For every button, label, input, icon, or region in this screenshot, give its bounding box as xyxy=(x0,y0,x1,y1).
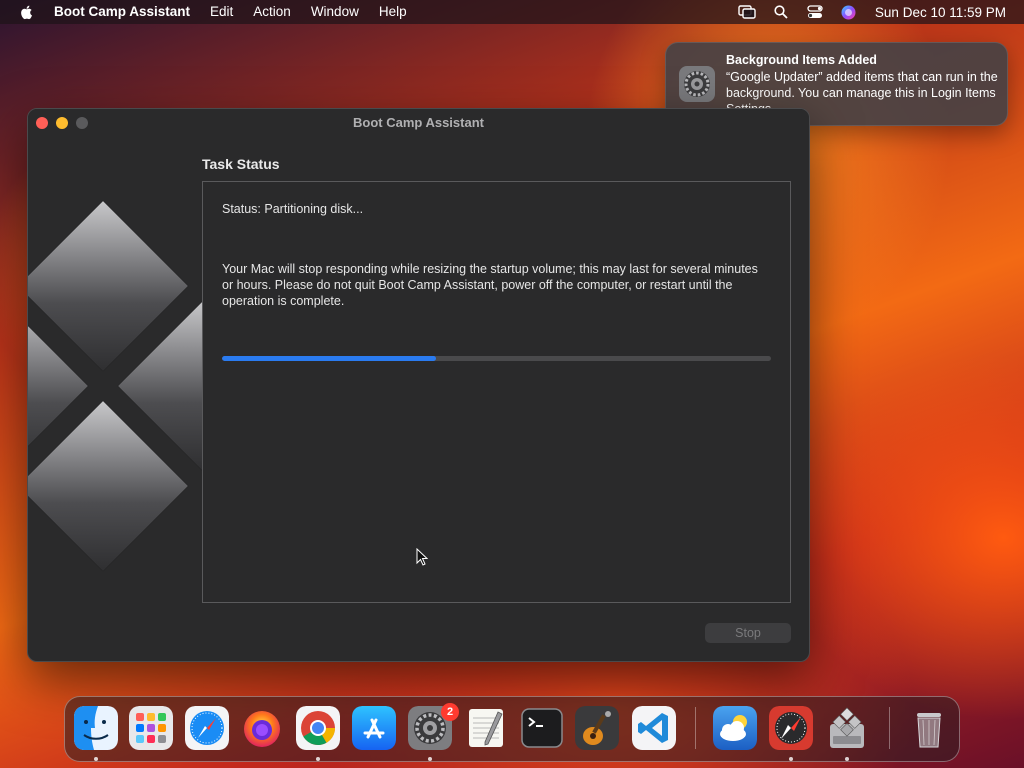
safari-icon[interactable] xyxy=(185,706,229,750)
vscode-icon[interactable] xyxy=(632,706,676,750)
running-indicator-boot-camp xyxy=(845,757,849,761)
compass-app-icon[interactable] xyxy=(769,706,813,750)
firefox-icon[interactable] xyxy=(240,706,284,750)
menu-clock[interactable]: Sun Dec 10 11:59 PM xyxy=(875,5,1006,20)
spotlight-search-icon[interactable] xyxy=(771,4,791,20)
screen-mirroring-icon[interactable] xyxy=(737,4,757,20)
menu-action[interactable]: Action xyxy=(253,0,291,24)
mouse-pointer-icon xyxy=(416,548,428,566)
siri-icon[interactable] xyxy=(839,4,859,20)
status-panel: Status: Partitioning disk... Your Mac wi… xyxy=(202,181,791,603)
notification-badge: 2 xyxy=(441,703,459,721)
dock: 2 xyxy=(64,696,960,762)
launchpad-icon[interactable] xyxy=(129,706,173,750)
window-titlebar[interactable]: Boot Camp Assistant xyxy=(28,109,809,137)
menu-help[interactable]: Help xyxy=(379,0,407,24)
running-indicator-settings xyxy=(428,757,432,761)
control-center-icon[interactable] xyxy=(805,4,825,20)
stop-button[interactable]: Stop xyxy=(705,623,791,643)
progress-fill xyxy=(222,356,437,361)
menu-window[interactable]: Window xyxy=(311,0,359,24)
system-settings-icon xyxy=(678,65,716,103)
chrome-icon[interactable] xyxy=(296,706,340,750)
section-title: Task Status xyxy=(202,156,280,172)
menu-app-name[interactable]: Boot Camp Assistant xyxy=(54,0,190,24)
running-indicator-compass xyxy=(789,757,793,761)
apple-menu-icon[interactable] xyxy=(19,4,35,20)
status-text: Status: Partitioning disk... xyxy=(222,202,364,216)
boot-camp-window: Boot Camp Assistant Task Status Status: … xyxy=(27,108,810,662)
window-title: Boot Camp Assistant xyxy=(353,115,484,130)
garageband-icon[interactable] xyxy=(575,706,619,750)
textedit-icon[interactable] xyxy=(464,706,508,750)
boot-camp-icon[interactable] xyxy=(825,706,869,750)
weather-icon[interactable] xyxy=(713,706,757,750)
terminal-icon[interactable] xyxy=(520,706,564,750)
menu-bar: Boot Camp Assistant Edit Action Window H… xyxy=(0,0,1024,24)
dock-separator xyxy=(889,707,890,749)
running-indicator-finder xyxy=(94,757,98,761)
finder-icon[interactable] xyxy=(74,706,118,750)
progress-bar xyxy=(222,356,771,361)
menu-edit[interactable]: Edit xyxy=(210,0,233,24)
app-store-icon[interactable] xyxy=(352,706,396,750)
trash-icon[interactable] xyxy=(907,706,951,750)
running-indicator-chrome xyxy=(316,757,320,761)
warning-text: Your Mac will stop responding while resi… xyxy=(222,262,758,308)
dock-separator xyxy=(695,707,696,749)
notification-title: Background Items Added xyxy=(726,53,877,67)
